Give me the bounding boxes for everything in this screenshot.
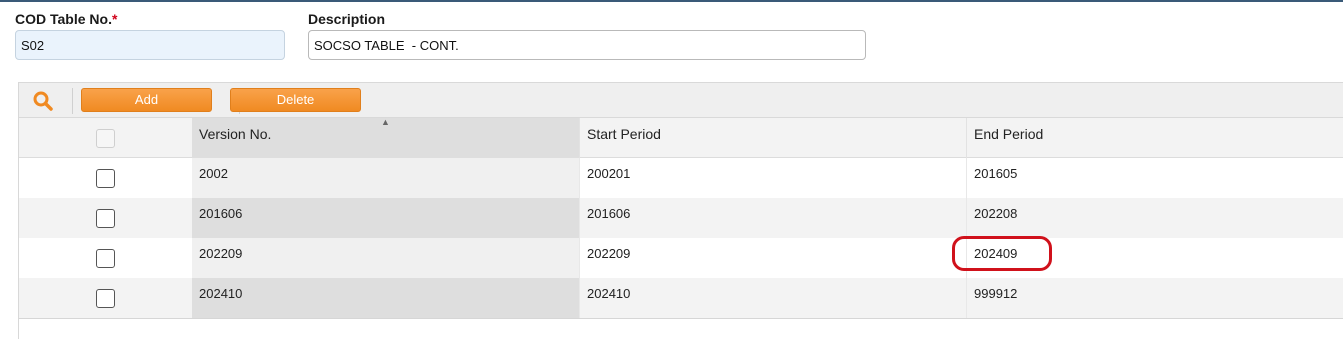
description-input[interactable]: [308, 30, 866, 60]
start-period-cell: 202410: [579, 278, 966, 318]
table-header: Version No. ▲ Start Period End Period: [19, 118, 1343, 158]
highlight-annotation: [952, 236, 1052, 271]
row-checkbox[interactable]: [96, 209, 115, 228]
start-period-cell: 201606: [579, 198, 966, 238]
table-row[interactable]: 202209 202209 202409: [19, 238, 1343, 278]
grid-divider: [19, 318, 1343, 319]
required-marker: *: [111, 11, 118, 27]
toolbar-divider: [72, 88, 73, 114]
end-period-cell: 999912: [966, 278, 1343, 318]
version-cell: 2002: [192, 158, 579, 198]
version-cell: 201606: [192, 198, 579, 238]
top-border: [0, 0, 1343, 2]
column-header-end-period[interactable]: End Period: [966, 118, 1343, 158]
row-checkbox[interactable]: [96, 289, 115, 308]
grid-toolbar: Add Delete: [19, 82, 1343, 118]
delete-button[interactable]: Delete: [230, 88, 361, 112]
add-button[interactable]: Add: [81, 88, 212, 112]
table-row[interactable]: 2002 200201 201605: [19, 158, 1343, 198]
version-cell: 202410: [192, 278, 579, 318]
start-period-cell: 202209: [579, 238, 966, 278]
row-checkbox[interactable]: [96, 169, 115, 188]
row-checkbox[interactable]: [96, 249, 115, 268]
versions-grid: Add Delete Version No. ▲ Start Period En…: [18, 82, 1343, 339]
start-period-cell: 200201: [579, 158, 966, 198]
sort-indicator-icon: ▲: [381, 117, 390, 127]
end-period-cell: 201605: [966, 158, 1343, 198]
cod-table-label: COD Table No.*: [15, 11, 118, 27]
end-period-cell: 202208: [966, 198, 1343, 238]
cod-table-input[interactable]: [15, 30, 285, 60]
table-row[interactable]: 201606 201606 202208: [19, 198, 1343, 238]
select-all-checkbox[interactable]: [96, 129, 115, 148]
table-row[interactable]: 202410 202410 999912: [19, 278, 1343, 318]
description-label: Description: [308, 11, 386, 27]
search-icon[interactable]: [31, 89, 57, 113]
version-cell: 202209: [192, 238, 579, 278]
column-header-start-period[interactable]: Start Period: [579, 118, 966, 158]
